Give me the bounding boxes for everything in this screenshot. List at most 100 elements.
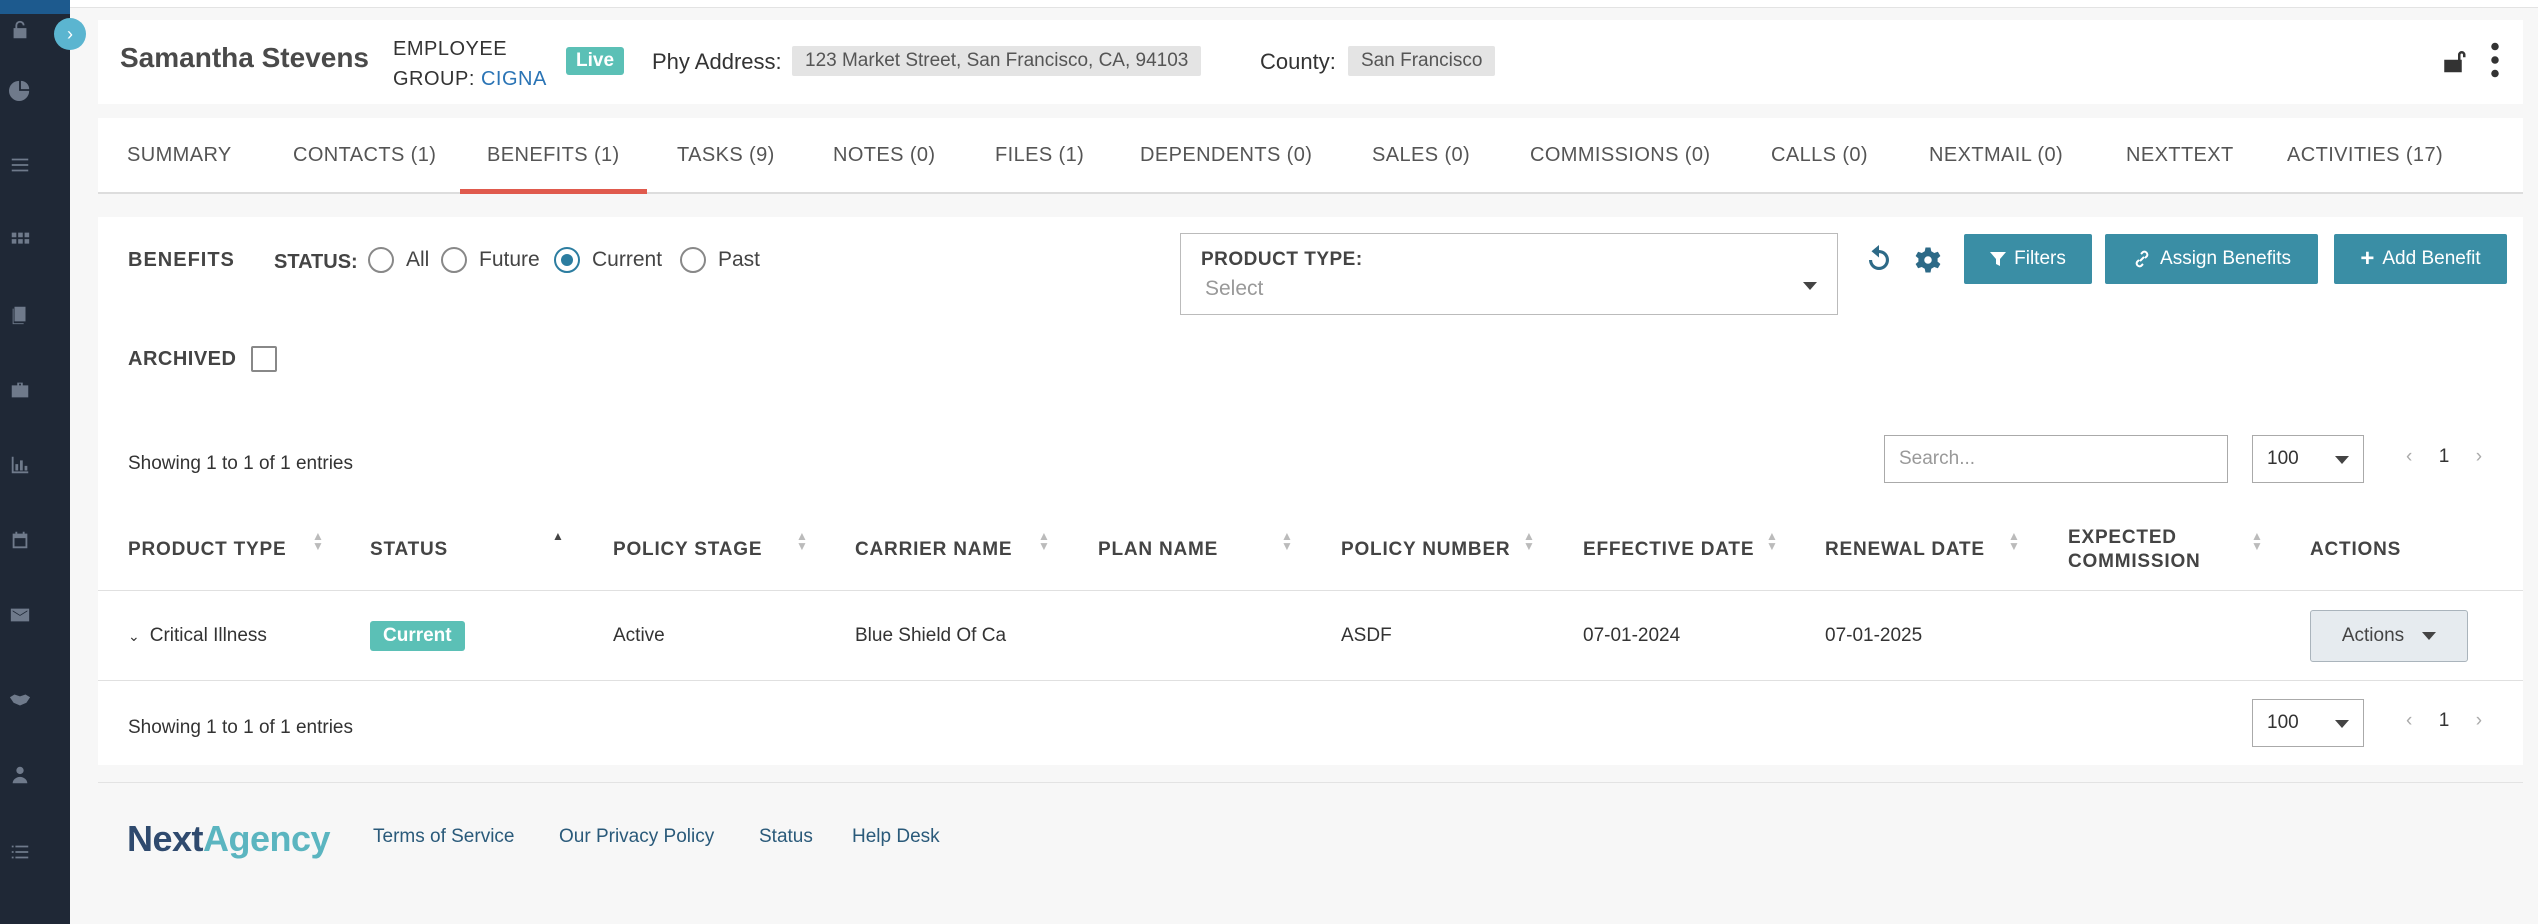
page-number[interactable]: 1 — [2439, 710, 2450, 731]
section-title: BENEFITS — [128, 249, 235, 271]
radio-circle[interactable] — [368, 247, 394, 273]
status-radio-all[interactable]: All — [368, 247, 429, 273]
filters-label: Filters — [2014, 248, 2066, 269]
tab-notes[interactable]: NOTES (0) — [833, 118, 936, 194]
status-radio-past[interactable]: Past — [680, 247, 760, 273]
sort-icon[interactable]: ▲ ▼ — [796, 530, 808, 552]
calendar-icon[interactable] — [8, 528, 32, 552]
page-size-select[interactable]: 100 — [2252, 435, 2364, 483]
search-input[interactable]: Search... — [1884, 435, 2228, 483]
gear-icon[interactable] — [1913, 245, 1943, 275]
prev-page-icon[interactable]: ‹ — [2406, 710, 2412, 731]
cell-product-type[interactable]: ⌄ Critical Illness — [128, 591, 267, 681]
status-radio-current[interactable]: Current — [554, 247, 662, 273]
add-benefit-button[interactable]: + Add Benefit — [2334, 234, 2507, 284]
user-icon[interactable] — [8, 763, 32, 787]
page-size-value: 100 — [2267, 712, 2299, 733]
chevron-down-icon[interactable]: ⌄ — [128, 628, 140, 645]
lock-icon[interactable] — [8, 18, 32, 42]
plus-icon: + — [2360, 245, 2375, 272]
tab-dependents[interactable]: DEPENDENTS (0) — [1140, 118, 1312, 194]
radio-circle[interactable] — [680, 247, 706, 273]
terms-link[interactable]: Terms of Service — [373, 826, 514, 848]
status-badge: Current — [370, 621, 465, 651]
sort-icon[interactable]: ▲ ▼ — [1523, 530, 1535, 552]
sidebar-toggle-button[interactable]: › — [54, 18, 86, 50]
list-icon[interactable] — [8, 153, 32, 177]
tab-files[interactable]: FILES (1) — [995, 118, 1084, 194]
product-type-select[interactable]: PRODUCT TYPE: Select — [1180, 233, 1838, 315]
tab-nexttext[interactable]: NEXTTEXT — [2126, 118, 2234, 194]
briefcase-icon[interactable] — [8, 378, 32, 402]
tab-benefits[interactable]: BENEFITS (1) — [460, 118, 647, 194]
contact-name: Samantha Stevens — [120, 42, 369, 73]
address-value: 123 Market Street, San Francisco, CA, 94… — [792, 46, 1202, 76]
prev-page-icon[interactable]: ‹ — [2406, 446, 2412, 467]
col-effective-date[interactable]: EFFECTIVE DATE — [1583, 509, 1754, 591]
pie-chart-icon[interactable] — [8, 78, 32, 102]
actions-label: Actions — [2341, 625, 2405, 646]
status-radio-future[interactable]: Future — [441, 247, 540, 273]
tab-summary[interactable]: SUMMARY — [127, 118, 232, 194]
radio-label: All — [406, 248, 430, 271]
tab-nextmail[interactable]: NEXTMAIL (0) — [1929, 118, 2063, 194]
col-status[interactable]: STATUS — [370, 509, 448, 591]
mail-icon[interactable] — [8, 603, 32, 627]
tab-bar: SUMMARY CONTACTS (1) BENEFITS (1) TASKS … — [98, 118, 2523, 194]
cell-effective-date: 07-01-2024 — [1583, 625, 1681, 646]
col-renewal-date[interactable]: RENEWAL DATE — [1825, 509, 1985, 591]
tab-sales[interactable]: SALES (0) — [1372, 118, 1470, 194]
chevron-down-icon — [1803, 282, 1817, 290]
grid-icon[interactable] — [8, 228, 32, 252]
sort-icon[interactable]: ▲ ▼ — [2251, 530, 2263, 552]
assign-benefits-button[interactable]: Assign Benefits — [2105, 234, 2318, 284]
next-page-icon[interactable]: › — [2476, 710, 2482, 731]
radio-circle[interactable] — [554, 247, 580, 273]
page-size-value: 100 — [2267, 448, 2299, 469]
unlock-icon[interactable] — [2438, 46, 2468, 76]
privacy-link[interactable]: Our Privacy Policy — [559, 826, 714, 848]
col-carrier-name[interactable]: CARRIER NAME — [855, 509, 1012, 591]
status-link[interactable]: Status — [759, 826, 813, 848]
col-expected-commission[interactable]: EXPECTED COMMISSION — [2068, 509, 2218, 591]
tab-commissions[interactable]: COMMISSIONS (0) — [1530, 118, 1710, 194]
sort-icon[interactable]: ▲ ▼ — [1038, 530, 1050, 552]
radio-circle[interactable] — [441, 247, 467, 273]
nextagency-logo[interactable]: NextAgency — [127, 818, 331, 860]
radio-label: Future — [479, 248, 540, 271]
row-actions-dropdown[interactable]: Actions — [2310, 610, 2468, 662]
bullet-list-icon[interactable] — [8, 840, 32, 864]
group-link[interactable]: CIGNA — [481, 68, 547, 90]
handshake-icon[interactable] — [8, 688, 32, 712]
table-row: ⌄ Critical Illness Current Active Blue Sh… — [98, 591, 2523, 681]
link-icon — [2135, 250, 2149, 268]
assign-benefits-label: Assign Benefits — [2160, 248, 2291, 269]
tab-activities[interactable]: ACTIVITIES (17) — [2287, 118, 2443, 194]
tab-tasks[interactable]: TASKS (9) — [677, 118, 775, 194]
refresh-icon[interactable] — [1864, 245, 1894, 275]
col-policy-stage[interactable]: POLICY STAGE — [613, 509, 762, 591]
sort-icon[interactable]: ▲ ▼ — [1281, 530, 1293, 552]
more-vertical-icon[interactable] — [2487, 42, 2503, 78]
sort-icon[interactable]: ▲ ▼ — [2008, 530, 2020, 552]
sidebar — [0, 0, 70, 924]
next-page-icon[interactable]: › — [2476, 446, 2482, 467]
product-type-label: PRODUCT TYPE: — [1201, 249, 1363, 270]
bar-chart-icon[interactable] — [8, 453, 32, 477]
page-number[interactable]: 1 — [2439, 446, 2450, 467]
sort-icon[interactable]: ▲ ▼ — [1766, 530, 1778, 552]
filters-button[interactable]: Filters — [1964, 234, 2092, 284]
sort-icon[interactable]: ▲ ▼ — [312, 530, 324, 552]
live-badge: Live — [566, 47, 625, 75]
tab-calls[interactable]: CALLS (0) — [1771, 118, 1868, 194]
help-desk-link[interactable]: Help Desk — [852, 826, 940, 848]
tab-contacts[interactable]: CONTACTS (1) — [293, 118, 436, 194]
archived-checkbox[interactable] — [251, 346, 277, 372]
copy-icon[interactable] — [8, 303, 32, 327]
col-product-type[interactable]: PRODUCT TYPE — [128, 509, 286, 591]
col-plan-name[interactable]: PLAN NAME — [1098, 509, 1218, 591]
page-size-select-bottom[interactable]: 100 — [2252, 699, 2364, 747]
contact-group: EMPLOYEE GROUP: CIGNA — [393, 34, 547, 94]
col-policy-number[interactable]: POLICY NUMBER — [1341, 509, 1510, 591]
sort-asc-icon[interactable]: ▲ — [552, 530, 564, 542]
